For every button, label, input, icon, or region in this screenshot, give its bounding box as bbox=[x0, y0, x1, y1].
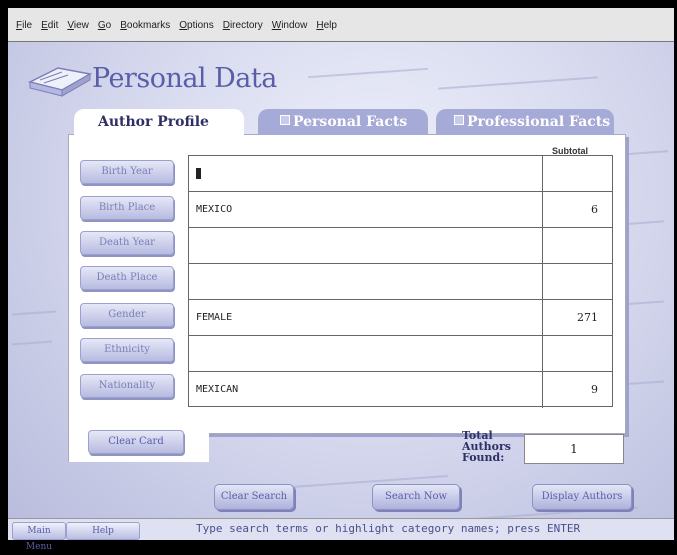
grid-row-ethnicity bbox=[189, 336, 612, 372]
menu-view[interactable]: View bbox=[67, 20, 89, 31]
tab-professional-facts[interactable]: Professional Facts bbox=[436, 109, 614, 135]
menu-edit[interactable]: Edit bbox=[41, 20, 58, 31]
menu-window[interactable]: Window bbox=[272, 20, 308, 31]
text-cursor bbox=[196, 167, 201, 179]
category-birth-place-button[interactable]: Birth Place bbox=[80, 196, 174, 220]
clear-search-button[interactable]: Clear Search bbox=[214, 484, 294, 510]
menu-bookmarks[interactable]: Bookmarks bbox=[120, 20, 170, 31]
help-button[interactable]: Help bbox=[66, 522, 140, 540]
grid-row-birth-place: MEXICO 6 bbox=[189, 192, 612, 228]
display-authors-button[interactable]: Display Authors bbox=[532, 484, 632, 510]
death-year-subtotal bbox=[542, 228, 612, 264]
category-birth-year-button[interactable]: Birth Year bbox=[80, 160, 174, 184]
grid-row-nationality: MEXICAN 9 bbox=[189, 372, 612, 408]
open-book-logo-icon bbox=[27, 60, 94, 100]
tab-box-icon bbox=[280, 115, 290, 125]
menu-go[interactable]: Go bbox=[98, 20, 111, 31]
category-nationality-button[interactable]: Nationality bbox=[80, 374, 174, 398]
tab-professional-facts-label: Professional Facts bbox=[467, 114, 611, 130]
birth-place-field[interactable]: MEXICO bbox=[196, 192, 232, 228]
tab-author-profile-label: Author Profile bbox=[98, 114, 209, 130]
menu-directory[interactable]: Directory bbox=[223, 20, 263, 31]
nationality-subtotal: 9 bbox=[542, 372, 612, 408]
menu-bar: File Edit View Go Bookmarks Options Dire… bbox=[8, 8, 674, 42]
status-bar: Main Menu Help Type search terms or high… bbox=[8, 518, 674, 552]
clear-card-button[interactable]: Clear Card bbox=[88, 430, 184, 454]
menu-options[interactable]: Options bbox=[179, 20, 213, 31]
menu-help[interactable]: Help bbox=[316, 20, 337, 31]
total-authors-value: 1 bbox=[524, 434, 624, 464]
category-death-place-button[interactable]: Death Place bbox=[80, 266, 174, 290]
search-grid: MEXICO 6 FEMALE 271 MEXICAN 9 bbox=[188, 155, 613, 408]
total-authors-label: Total Authors Found: bbox=[462, 430, 511, 463]
gender-field[interactable]: FEMALE bbox=[196, 300, 232, 336]
grid-row-gender: FEMALE 271 bbox=[189, 300, 612, 336]
grid-row-death-place bbox=[189, 264, 612, 300]
category-ethnicity-button[interactable]: Ethnicity bbox=[80, 338, 174, 362]
tab-personal-facts[interactable]: Personal Facts bbox=[258, 109, 428, 135]
status-instructions: Type search terms or highlight category … bbox=[196, 522, 581, 535]
birth-year-field[interactable] bbox=[196, 156, 201, 192]
grid-row-birth-year bbox=[189, 156, 612, 192]
gender-subtotal: 271 bbox=[542, 300, 612, 336]
main-menu-button[interactable]: Main Menu bbox=[12, 522, 66, 552]
menu-file[interactable]: File bbox=[16, 20, 32, 31]
death-place-subtotal bbox=[542, 264, 612, 300]
tab-author-profile[interactable]: Author Profile bbox=[74, 109, 244, 135]
category-death-year-button[interactable]: Death Year bbox=[80, 231, 174, 255]
search-now-button[interactable]: Search Now bbox=[372, 484, 460, 510]
tab-box-icon bbox=[454, 115, 464, 125]
birth-place-subtotal: 6 bbox=[542, 192, 612, 228]
ethnicity-subtotal bbox=[542, 336, 612, 372]
category-gender-button[interactable]: Gender bbox=[80, 303, 174, 327]
nationality-field[interactable]: MEXICAN bbox=[196, 372, 238, 408]
birth-year-subtotal bbox=[542, 156, 612, 192]
page-title: Personal Data bbox=[92, 63, 277, 94]
grid-row-death-year bbox=[189, 228, 612, 264]
total-label-line3: Found: bbox=[462, 451, 505, 464]
app-window: File Edit View Go Bookmarks Options Dire… bbox=[8, 8, 674, 538]
tab-personal-facts-label: Personal Facts bbox=[293, 114, 408, 130]
